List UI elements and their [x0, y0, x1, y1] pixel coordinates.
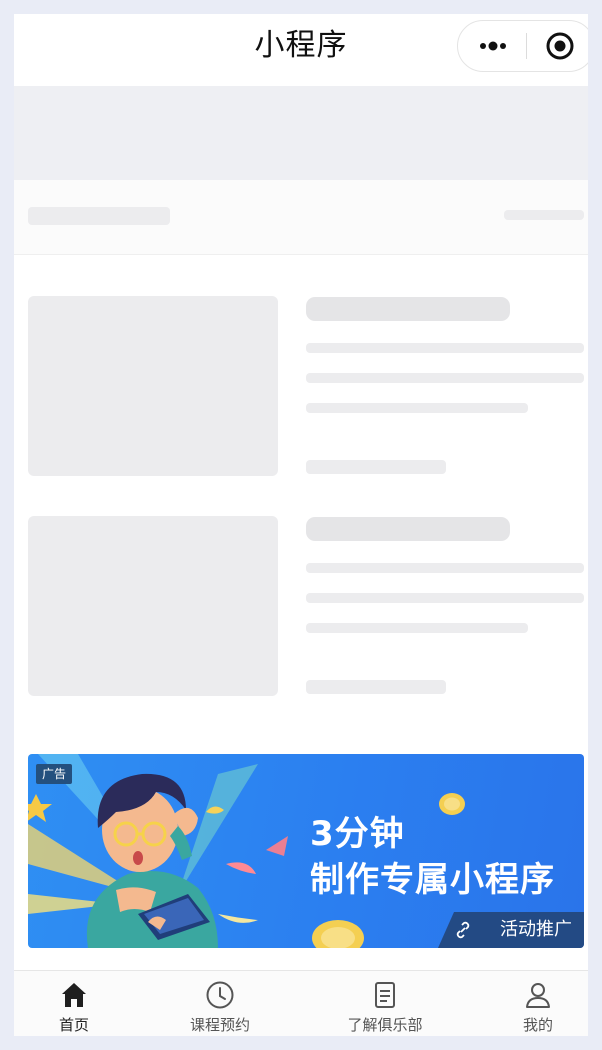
ad-promo-label: 活动推广	[500, 919, 572, 940]
section-header-skeleton	[14, 180, 588, 255]
banner-skeleton	[14, 86, 588, 180]
tab-mine-label: 我的	[522, 1016, 553, 1034]
card-meta-skeleton	[306, 460, 446, 474]
link-icon	[456, 921, 470, 939]
clock-icon	[206, 981, 234, 1009]
card-line-skeleton	[306, 403, 528, 413]
section-title-skeleton	[28, 207, 170, 225]
tab-course-booking-label: 课程预约	[189, 1016, 250, 1034]
card-meta-skeleton	[306, 680, 446, 694]
tab-course-booking[interactable]: 课程预约	[160, 971, 280, 1036]
menu-capsule	[457, 20, 588, 72]
home-icon	[62, 983, 86, 1007]
tab-mine[interactable]: 我的	[478, 971, 588, 1036]
tab-home-label: 首页	[58, 1016, 89, 1034]
card-line-skeleton	[306, 563, 584, 573]
navigation-bar: 小程序	[14, 14, 588, 84]
ad-banner[interactable]: 广告 3分钟 制作专属小程序 活动推广	[28, 754, 584, 948]
card-title-skeleton	[306, 517, 510, 541]
ad-headline-line2: 制作专属小程序	[310, 860, 555, 900]
card-line-skeleton	[306, 623, 528, 633]
tab-home[interactable]: 首页	[14, 971, 134, 1036]
tab-bar: 首页 课程预约 了解俱乐部 我的	[14, 970, 588, 1036]
ad-tag: 广告	[36, 764, 73, 784]
phone-screen: 小程序 广告 3分钟 制作专属小程序 活动推广 首页 课程预约 了解俱乐部 我的	[14, 14, 588, 1036]
ad-headline-line1: 3分钟	[310, 814, 405, 854]
tab-about-club[interactable]: 了解俱乐部	[325, 971, 445, 1036]
card-line-skeleton	[306, 373, 584, 383]
card-line-skeleton	[306, 343, 584, 353]
more-button[interactable]	[458, 21, 526, 71]
section-more-skeleton	[504, 210, 584, 220]
card-image-skeleton	[28, 296, 278, 476]
more-dots-icon	[480, 41, 506, 51]
card-image-skeleton	[28, 516, 278, 696]
card-title-skeleton	[306, 297, 510, 321]
user-icon	[526, 983, 550, 1008]
tab-about-club-label: 了解俱乐部	[347, 1016, 423, 1034]
ad-promo-badge[interactable]: 活动推广	[438, 912, 584, 948]
card-line-skeleton	[306, 593, 584, 603]
document-icon	[375, 982, 395, 1008]
close-button[interactable]	[527, 21, 588, 71]
target-close-icon	[546, 32, 574, 60]
